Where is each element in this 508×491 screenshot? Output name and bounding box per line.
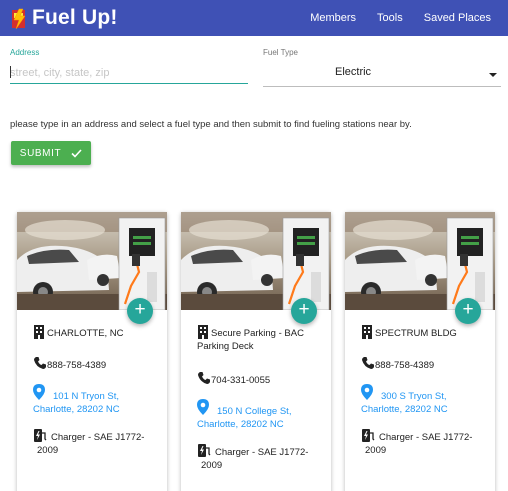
station-address-line2[interactable]: Charlotte, 28202 NC [197, 418, 319, 431]
station-charger: Charger - SAE J1772-2009 [365, 432, 473, 456]
text-cursor [10, 66, 11, 78]
phone-icon [34, 357, 46, 369]
ev-charger-icon [34, 429, 47, 442]
station-name: Secure Parking - BAC Parking Deck [197, 328, 304, 352]
nav-link-tools[interactable]: Tools [377, 12, 403, 24]
station-image [345, 212, 495, 310]
location-pin-icon [361, 384, 373, 400]
add-icon[interactable]: + [455, 298, 481, 324]
building-icon [198, 325, 208, 339]
fuel-type-label: Fuel Type [263, 48, 298, 57]
station-address-line1[interactable]: 101 N Tryon St, [37, 384, 155, 403]
add-icon[interactable]: + [291, 298, 317, 324]
station-phone[interactable]: 888-758-4389 [361, 356, 483, 372]
nav-link-saved-places[interactable]: Saved Places [424, 12, 491, 24]
station-card: + Secure Parking - BAC Parking Deck 704-… [181, 212, 331, 491]
add-icon[interactable]: + [127, 298, 153, 324]
station-phone-row: 888-758-4389 [33, 356, 155, 384]
station-name: CHARLOTTE, NC [47, 328, 124, 339]
fuel-type-value: Electric [335, 66, 372, 78]
station-address-line1[interactable]: 300 S Tryon St, [365, 384, 483, 403]
submit-label: SUBMIT [19, 147, 62, 159]
address-input[interactable] [10, 62, 248, 84]
station-charger-row: Charger - SAE J1772-2009 [361, 428, 483, 468]
station-phone-row: 704-331-0055 [197, 371, 319, 399]
ev-charger-icon [198, 444, 211, 457]
station-name-row: SPECTRUM BLDG [361, 324, 483, 356]
station-address-line2[interactable]: Charlotte, 28202 NC [33, 403, 155, 416]
station-address-row[interactable]: 101 N Tryon St, Charlotte, 28202 NC [33, 384, 155, 428]
station-phone[interactable]: 888-758-4389 [33, 356, 155, 372]
check-icon [71, 148, 82, 158]
fuel-pump-logo-icon [10, 8, 30, 30]
station-address-line2[interactable]: Charlotte, 28202 NC [361, 403, 483, 416]
dropdown-arrow-icon [489, 73, 497, 77]
station-name: SPECTRUM BLDG [375, 328, 457, 339]
fuel-type-select[interactable]: Electric [263, 59, 501, 87]
ev-charger-icon [362, 429, 375, 442]
instructions-text: please type in an address and select a f… [10, 119, 412, 130]
nav-links: Members Tools Saved Places [289, 0, 491, 36]
brand[interactable]: Fuel Up! [10, 0, 118, 36]
station-card: + CHARLOTTE, NC 888-758-4389 101 N Tryon… [17, 212, 167, 491]
brand-title: Fuel Up! [32, 6, 118, 29]
station-charger-row: Charger - SAE J1772-2009 [33, 428, 155, 468]
station-address-line1[interactable]: 150 N College St, [201, 399, 319, 418]
navbar: Fuel Up! Members Tools Saved Places [0, 0, 508, 36]
building-icon [34, 325, 44, 339]
phone-icon [362, 357, 374, 369]
station-charger: Charger - SAE J1772-2009 [201, 447, 309, 471]
address-label: Address [10, 48, 40, 57]
station-name-row: CHARLOTTE, NC [33, 324, 155, 356]
nav-link-members[interactable]: Members [310, 12, 356, 24]
station-image [181, 212, 331, 310]
station-address-row[interactable]: 150 N College St, Charlotte, 28202 NC [197, 399, 319, 443]
address-field: Address [10, 48, 248, 84]
phone-icon [198, 372, 210, 384]
station-phone-row: 888-758-4389 [361, 356, 483, 384]
station-address-row[interactable]: 300 S Tryon St, Charlotte, 28202 NC [361, 384, 483, 428]
building-icon [362, 325, 372, 339]
station-card: + SPECTRUM BLDG 888-758-4389 300 S Tryon… [345, 212, 495, 491]
station-charger: Charger - SAE J1772-2009 [37, 432, 145, 456]
station-phone[interactable]: 704-331-0055 [197, 371, 319, 387]
fuel-type-field: Fuel Type Electric [263, 48, 501, 87]
station-charger-row: Charger - SAE J1772-2009 [197, 443, 319, 483]
station-image [17, 212, 167, 310]
submit-button[interactable]: SUBMIT [11, 141, 91, 165]
location-pin-icon [33, 384, 45, 400]
location-pin-icon [197, 399, 209, 415]
station-name-row: Secure Parking - BAC Parking Deck [197, 324, 319, 371]
